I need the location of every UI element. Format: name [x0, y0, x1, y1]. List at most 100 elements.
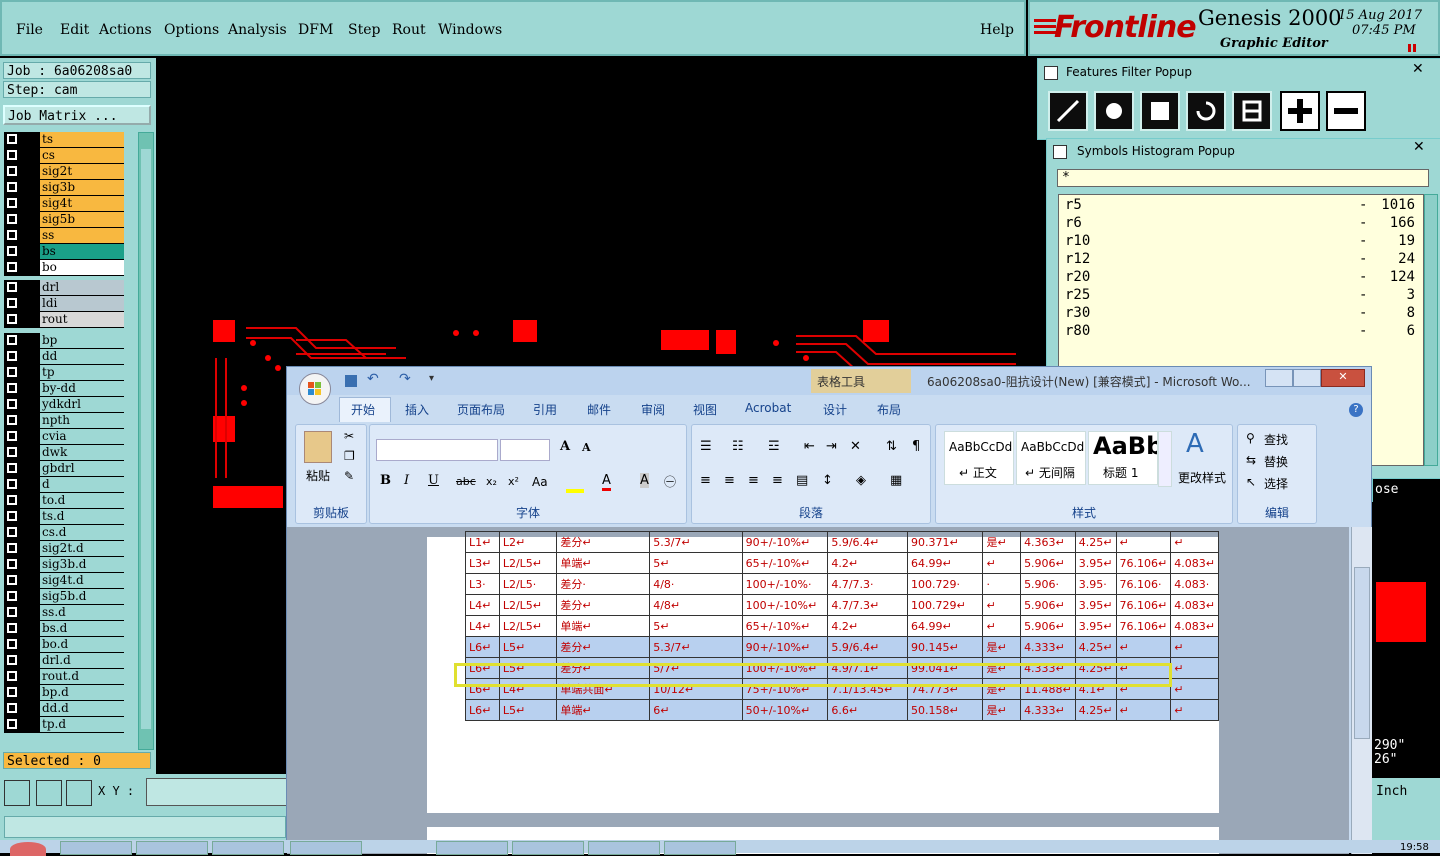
- table-cell[interactable]: 5.906·: [1020, 573, 1076, 595]
- xy-input[interactable]: [146, 778, 288, 806]
- layer-checkbox[interactable]: [7, 655, 17, 665]
- redo-icon[interactable]: ↷: [399, 371, 411, 387]
- paste-icon[interactable]: [304, 431, 332, 463]
- grid-icon[interactable]: [66, 780, 92, 806]
- layer-row[interactable]: d: [4, 477, 124, 493]
- layer-checkbox[interactable]: [7, 214, 17, 224]
- table-cell[interactable]: ↵: [1170, 657, 1219, 679]
- table-cell[interactable]: 是↵: [982, 636, 1022, 658]
- zoom-icon[interactable]: [4, 780, 30, 806]
- shrink-font-icon[interactable]: A: [582, 441, 591, 454]
- layer-row[interactable]: gbdrl: [4, 461, 124, 477]
- table-cell[interactable]: 100.729↵: [906, 594, 984, 616]
- layer-name[interactable]: bs: [40, 244, 124, 259]
- cut-icon[interactable]: ✂: [344, 429, 354, 443]
- layer-name[interactable]: dd.d: [40, 701, 124, 716]
- italic-icon[interactable]: I: [404, 473, 409, 488]
- layer-scrollbar[interactable]: [138, 132, 154, 750]
- layer-checkbox[interactable]: [7, 182, 17, 192]
- job-matrix-button[interactable]: Job Matrix ...: [3, 105, 151, 125]
- table-cell[interactable]: 4/8↵: [649, 594, 743, 616]
- table-cell[interactable]: 4.083↵: [1170, 594, 1219, 616]
- layer-name[interactable]: cs.d: [40, 525, 124, 540]
- paste-label[interactable]: 粘贴: [306, 467, 330, 484]
- layer-name[interactable]: gbdrl: [40, 461, 124, 476]
- layer-name[interactable]: sig3b: [40, 180, 124, 195]
- layer-row[interactable]: bp.d: [4, 685, 124, 701]
- menu-dfm[interactable]: DFM: [298, 22, 333, 38]
- menu-options[interactable]: Options: [164, 22, 219, 38]
- table-row[interactable]: L6↵ L5↵ 差分↵ 5.3/7↵ 90+/-10%↵ 5.9/6.4↵ 90.145↵ 是…: [465, 636, 1219, 658]
- menu-edit[interactable]: Edit: [60, 22, 89, 38]
- layer-row[interactable]: bo: [4, 260, 124, 276]
- minimize-button[interactable]: [1265, 369, 1293, 387]
- table-cell[interactable]: 3.95↵: [1074, 552, 1117, 574]
- layer-name[interactable]: by-dd: [40, 381, 124, 396]
- justify-icon[interactable]: ≡: [772, 473, 783, 488]
- table-cell[interactable]: 是↵: [982, 699, 1022, 721]
- layer-name[interactable]: ts: [40, 132, 124, 147]
- table-cell[interactable]: 64.99↵: [906, 615, 984, 637]
- style-normal[interactable]: AaBbCcDd ↵ 正文: [944, 431, 1014, 485]
- table-cell[interactable]: 4.363↵: [1020, 531, 1076, 553]
- table-cell[interactable]: ↵: [1115, 699, 1172, 721]
- help-icon[interactable]: ?: [1349, 403, 1363, 417]
- layer-checkbox[interactable]: [7, 415, 17, 425]
- layer-checkbox[interactable]: [7, 282, 17, 292]
- table-cell[interactable]: 6.6↵: [827, 699, 908, 721]
- layer-row[interactable]: bs: [4, 244, 124, 260]
- layer-checkbox[interactable]: [7, 198, 17, 208]
- layer-row[interactable]: sig5b.d: [4, 589, 124, 605]
- table-row[interactable]: L3· L2/L5· 差分· 4/8· 100+/-10%· 4.7/7.3· 100.72…: [465, 573, 1219, 595]
- layer-row[interactable]: bo.d: [4, 637, 124, 653]
- table-cell[interactable]: 5.906↵: [1020, 615, 1076, 637]
- histogram-row[interactable]: r10: [1065, 233, 1090, 249]
- table-cell[interactable]: L4↵: [465, 615, 500, 637]
- table-cell[interactable]: 50.158↵: [906, 699, 984, 721]
- histogram-row[interactable]: r30: [1065, 305, 1090, 321]
- histogram-scrollbar[interactable]: [1424, 194, 1438, 466]
- borders-icon[interactable]: ▦: [890, 473, 902, 488]
- table-cell[interactable]: 单端↵: [556, 552, 651, 574]
- layer-row[interactable]: bs.d: [4, 621, 124, 637]
- close-icon[interactable]: ✕: [1412, 61, 1424, 77]
- layer-row[interactable]: ss: [4, 228, 124, 244]
- table-cell[interactable]: ↵: [1170, 636, 1219, 658]
- table-cell[interactable]: 4.083·: [1170, 573, 1219, 595]
- layer-row[interactable]: cs: [4, 148, 124, 164]
- copy-icon[interactable]: ❐: [344, 449, 355, 463]
- table-cell[interactable]: ↵: [1170, 699, 1219, 721]
- layer-name[interactable]: tp.d: [40, 717, 124, 732]
- layer-name[interactable]: sig4t: [40, 196, 124, 211]
- table-cell[interactable]: 76.106·: [1115, 573, 1172, 595]
- table-cell[interactable]: 64.99↵: [906, 552, 984, 574]
- layer-name[interactable]: dd: [40, 349, 124, 364]
- menu-windows[interactable]: Windows: [438, 22, 502, 38]
- table-cell[interactable]: ·: [982, 573, 1022, 595]
- table-cell[interactable]: ↵: [1115, 531, 1172, 553]
- table-cell[interactable]: 4/8·: [649, 573, 743, 595]
- layer-row[interactable]: ldi: [4, 296, 124, 312]
- tab-mailings[interactable]: 邮件: [587, 401, 611, 418]
- layer-row[interactable]: sig2t.d: [4, 541, 124, 557]
- layer-checkbox[interactable]: [7, 463, 17, 473]
- table-cell[interactable]: L3·: [465, 573, 500, 595]
- layer-name[interactable]: to.d: [40, 493, 124, 508]
- table-cell[interactable]: 4.333↵: [1020, 636, 1076, 658]
- layer-checkbox[interactable]: [7, 431, 17, 441]
- layer-name[interactable]: dwk: [40, 445, 124, 460]
- table-cell[interactable]: 4.7/7.3↵: [827, 594, 908, 616]
- layer-row[interactable]: sig3b: [4, 180, 124, 196]
- layer-checkbox[interactable]: [7, 687, 17, 697]
- layer-checkbox[interactable]: [7, 527, 17, 537]
- tab-insert[interactable]: 插入: [405, 401, 429, 418]
- layer-row[interactable]: ss.d: [4, 605, 124, 621]
- layer-name[interactable]: ydkdrl: [40, 397, 124, 412]
- layer-checkbox[interactable]: [7, 623, 17, 633]
- layer-checkbox[interactable]: [7, 607, 17, 617]
- replace-icon[interactable]: ⇆: [1246, 453, 1256, 467]
- vertical-scrollbar[interactable]: [1351, 527, 1372, 854]
- change-styles-label[interactable]: 更改样式: [1178, 469, 1226, 486]
- line-icon[interactable]: [1048, 91, 1088, 131]
- underline-icon[interactable]: U: [428, 473, 439, 488]
